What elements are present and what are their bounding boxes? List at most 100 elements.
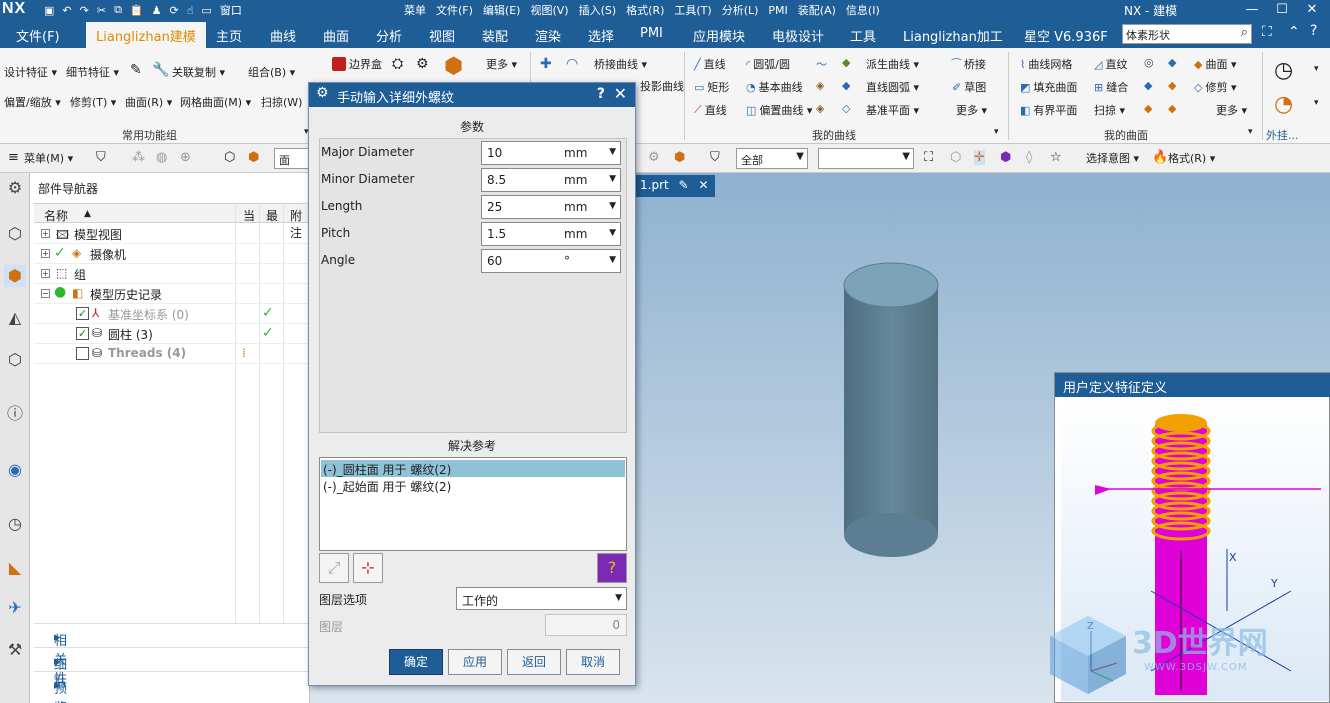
extend-icon[interactable]: ◆ — [1144, 79, 1152, 92]
menu-item-analysis[interactable]: 分析(L) — [722, 2, 759, 18]
design-feature-button[interactable]: 设计特征 ▾ — [4, 64, 57, 80]
select-icon-2[interactable]: ◍ — [156, 150, 167, 165]
web-browser-icon[interactable]: ◉ — [4, 459, 26, 481]
tab-assembly[interactable]: 装配 — [482, 26, 508, 45]
tab-xingkong[interactable]: 星空 V6.936F — [1024, 26, 1108, 45]
tab-file[interactable]: 文件(F) — [16, 26, 60, 45]
cylinder-model[interactable] — [830, 261, 940, 561]
list-item[interactable]: (-)_圆柱面 用于 螺纹(2) — [321, 460, 625, 477]
dropdown-arrow-icon[interactable]: ▾ — [1314, 64, 1319, 74]
gear-icon[interactable]: ⚙ — [4, 177, 26, 199]
maximize-button[interactable]: ☐ — [1268, 0, 1296, 20]
help-icon[interactable]: ? — [597, 86, 605, 102]
minimize-button[interactable]: — — [1238, 0, 1266, 20]
menu-item-file[interactable]: 文件(F) — [436, 2, 473, 18]
column-latest[interactable]: 最 — [266, 207, 278, 224]
help-book-button[interactable]: ? — [597, 553, 627, 583]
cube-icon-2[interactable]: ⬢ — [248, 150, 259, 165]
tab-lianglizhan-modeling[interactable]: Lianglizhan建模 — [86, 22, 206, 48]
menu-item-assembly[interactable]: 装配(A) — [798, 2, 836, 18]
detail-feature-button[interactable]: 细节特征 ▾ — [66, 64, 119, 80]
clock-icon[interactable]: ◷ — [1274, 58, 1293, 83]
tab-electrode-design[interactable]: 电极设计 — [772, 26, 824, 45]
collapse-icon[interactable]: − — [41, 289, 50, 298]
star-icon[interactable]: ☆ — [1050, 150, 1062, 165]
undo-icon[interactable]: ↶ — [62, 4, 71, 17]
fullscreen-icon[interactable]: ⛶ — [1262, 24, 1272, 40]
tab-applications[interactable]: 应用模块 — [693, 26, 745, 45]
part-navigator-icon[interactable]: ⬢ — [4, 265, 26, 287]
touch-icon[interactable]: ☝ — [187, 4, 194, 17]
tree-row-datum-csys[interactable]: ✓ ⅄ 基准坐标系 (0) ✓ — [34, 304, 310, 324]
add-reference-button[interactable]: ⊹ — [353, 553, 383, 583]
arc-curve-icon[interactable]: ◠ — [566, 56, 578, 72]
hd3d-icon[interactable]: ⬡ — [4, 349, 26, 371]
ok-button[interactable]: 确定 — [389, 649, 443, 675]
tree-row-cylinder[interactable]: ✓ ⛁ 圆柱 (3) ✓ — [34, 324, 310, 344]
command-search-input[interactable]: 体素形状 ⌕ — [1122, 24, 1252, 44]
apply-button[interactable]: 应用 — [448, 649, 502, 675]
tree-row-model-views[interactable]: + 🖾 模型视图 — [34, 224, 310, 244]
menu-item-info[interactable]: 信息(I) — [846, 2, 880, 18]
group-expand-icon[interactable]: ▾ — [994, 127, 999, 137]
tab-tools[interactable]: 工具 — [850, 26, 876, 45]
user-icon[interactable]: ♟ — [152, 4, 162, 17]
list-item[interactable]: (-)_起始面 用于 螺纹(2) — [321, 477, 625, 494]
paste-icon[interactable]: 📋 — [130, 4, 144, 17]
shape-icon[interactable]: ◈ — [816, 102, 824, 115]
search-icon[interactable]: ⌕ — [1241, 25, 1248, 40]
pitch-field[interactable]: 1.5 mm ▼ — [481, 222, 621, 246]
menu-item-edit[interactable]: 编辑(E) — [483, 2, 521, 18]
column-name[interactable]: 名称 — [44, 207, 68, 224]
spline-icon[interactable]: 〜 — [816, 56, 827, 72]
sketch-button[interactable]: ✐ 草图 — [952, 79, 986, 95]
tools-icon[interactable]: ⚒ — [4, 639, 26, 661]
expand-icon[interactable]: + — [41, 269, 50, 278]
menu-item-tools[interactable]: 工具(T) — [674, 2, 711, 18]
offset-scale-button[interactable]: 偏置/缩放 ▾ — [4, 94, 61, 110]
layer-option-select[interactable]: 工作的 ▼ — [456, 587, 627, 610]
format-button[interactable]: 格式(R) ▾ — [1168, 150, 1215, 166]
basic-curve-button[interactable]: ◔ 基本曲线 — [746, 79, 803, 95]
associative-copy-button[interactable]: 关联复制 ▾ — [172, 64, 225, 80]
offset-curve-button[interactable]: ◫ 偏置曲线 ▾ — [746, 102, 812, 118]
tab-lianglizhan-machining[interactable]: Lianglizhan加工 — [903, 26, 1003, 45]
menu-item-menu[interactable]: 菜单 — [404, 2, 426, 18]
shaded-icon[interactable]: ⬡ — [950, 150, 961, 165]
sweep-surface-button[interactable]: 扫掠 ▾ — [1094, 102, 1125, 118]
collapse-ribbon-icon[interactable]: ⌃ — [1288, 24, 1300, 40]
section-preview[interactable]: ▸ 预览 — [34, 671, 310, 703]
surface-button[interactable]: 曲面(R) ▾ — [125, 94, 172, 110]
tab-home[interactable]: 主页 — [216, 26, 242, 45]
edge-icon[interactable]: ◆ — [1168, 56, 1176, 69]
expand-icon[interactable]: + — [41, 249, 50, 258]
more-curves-button[interactable]: 更多 ▾ — [956, 102, 987, 118]
derived-curve-button[interactable]: 派生曲线 ▾ — [866, 56, 919, 72]
filter-type-icon[interactable]: ⛉ — [710, 150, 720, 165]
menu-item-pmi[interactable]: PMI — [768, 4, 787, 17]
tag-icon[interactable]: ⛶ — [924, 150, 933, 165]
hamburger-icon[interactable]: ≡ — [8, 150, 19, 165]
angle-field[interactable]: 60 ° ▼ — [481, 249, 621, 273]
line-arc-button[interactable]: 直线圆弧 ▾ — [866, 79, 919, 95]
history-icon[interactable]: ◷ — [4, 513, 26, 535]
minor-diameter-field[interactable]: 8.5 mm ▼ — [481, 168, 621, 192]
roles-icon[interactable]: ✈ — [4, 597, 26, 619]
cancel-button[interactable]: 取消 — [566, 649, 620, 675]
tab-render[interactable]: 渲染 — [535, 26, 561, 45]
menu-button[interactable]: 菜单(M) ▾ — [24, 150, 73, 166]
reverse-direction-button[interactable]: ⤢ — [319, 553, 349, 583]
close-window-button[interactable]: ✕ — [1298, 0, 1326, 20]
chevron-down-icon[interactable]: ▼ — [609, 255, 616, 265]
selection-intent-button[interactable]: 选择意图 ▾ — [1086, 150, 1139, 166]
section-dependencies[interactable]: ▸ 相关性 — [34, 623, 310, 687]
length-field[interactable]: 25 mm ▼ — [481, 195, 621, 219]
tree-row-cameras[interactable]: + ✓ ◈ 摄像机 — [34, 244, 310, 264]
sheet-icon[interactable]: ◊ — [1026, 150, 1032, 165]
face-filter-combo[interactable]: 面 — [274, 148, 310, 169]
trim-button[interactable]: 修剪(T) ▾ — [70, 94, 116, 110]
close-icon[interactable]: ✕ — [614, 84, 627, 103]
mesh-surface-button[interactable]: 网格曲面(M) ▾ — [180, 94, 251, 110]
surface-dropdown-button[interactable]: ◆ 曲面 ▾ — [1194, 56, 1237, 72]
combine-button[interactable]: 组合(B) ▾ — [248, 64, 295, 80]
